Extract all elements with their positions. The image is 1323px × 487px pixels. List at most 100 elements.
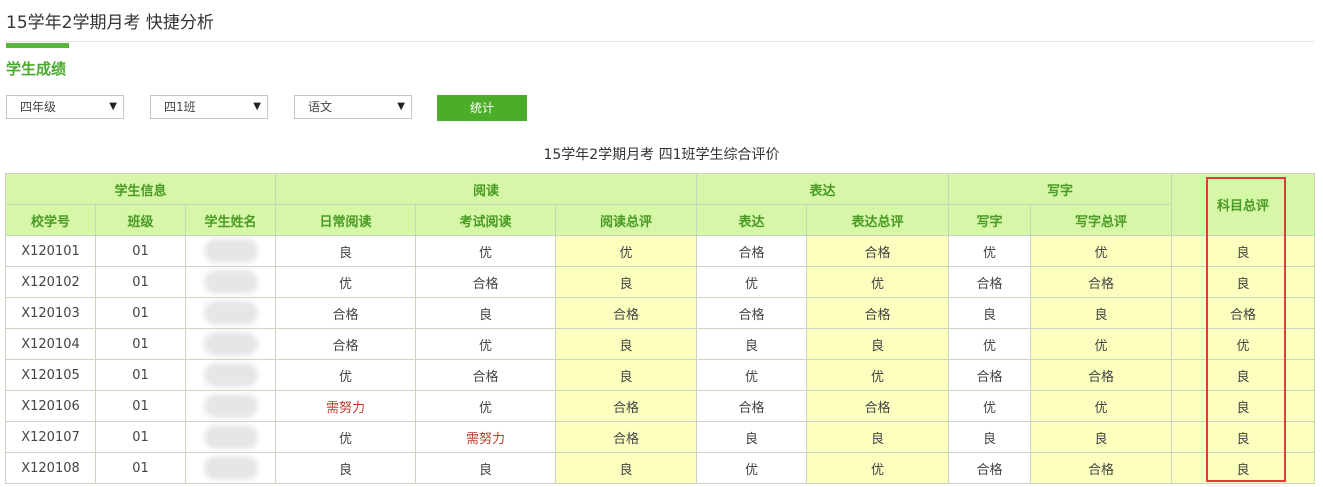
table-cell: 良 (806, 328, 950, 360)
redacted-name (207, 336, 254, 352)
class-select[interactable]: 四1班 ▼ (150, 95, 268, 119)
table-cell: 良 (948, 421, 1032, 453)
column-header: 表达 (696, 204, 808, 236)
table-cell: 良 (1030, 297, 1173, 329)
table-row: X120106 01 需努力优合格 合格 合格优优良 (5, 390, 1316, 422)
header-overall: 科目总评 (1171, 173, 1316, 236)
column-header: 校学号 (5, 204, 96, 236)
table-cell: 合格 (948, 266, 1032, 298)
column-header: 阅读总评 (554, 204, 698, 236)
table-cell: 合格 (1030, 266, 1173, 298)
table-cell: 良 (554, 266, 698, 298)
redacted-name (207, 429, 254, 445)
table-cell: 良 (554, 359, 698, 391)
title-divider (6, 41, 1314, 42)
table-cell: 优 (806, 359, 950, 391)
table-cell: 优 (275, 266, 416, 298)
table-cell: 优 (1030, 328, 1173, 360)
table-cell: 优 (415, 328, 556, 360)
table-cell: X120105 (5, 359, 96, 391)
table-cell: 01 (95, 359, 186, 391)
table-cell: X120101 (5, 235, 96, 267)
grade-select-value: 四年级 (20, 100, 57, 114)
table-cell: 良 (1171, 390, 1316, 422)
table-cell: 合格 (1030, 359, 1173, 391)
table-row: X120104 01 合格优良良良优优优 (5, 328, 1316, 360)
table-cell: 良 (948, 297, 1032, 329)
table-cell: X120103 (5, 297, 96, 329)
table-cell: 合格 (415, 266, 556, 298)
table-cell: 合格 (554, 390, 698, 422)
column-header: 班级 (95, 204, 186, 236)
column-header-row: 校学号 班级 学生姓名 日常阅读 考试阅读 阅读总评 表达 表达总评 写字 写字… (5, 204, 1315, 236)
table-row: X120101 01 良优优合格 合格优优良 (5, 235, 1316, 267)
table-cell: 优 (415, 390, 556, 422)
table-cell: 合格 (1030, 452, 1173, 484)
table-cell: 良 (1171, 359, 1316, 391)
stat-button[interactable]: 统计 (437, 95, 527, 121)
caret-down-icon: ▼ (397, 101, 405, 112)
table-cell: 01 (95, 452, 186, 484)
table-cell: 优 (554, 235, 698, 267)
redacted-name (207, 367, 254, 383)
table-row: X120107 01 优需努力 合格良良良良良 (5, 421, 1316, 453)
column-header: 日常阅读 (275, 204, 416, 236)
section-title: 学生成绩 (6, 60, 67, 78)
table-cell: 合格 (948, 452, 1032, 484)
caret-down-icon: ▼ (109, 101, 117, 112)
table-cell: 良 (1171, 421, 1316, 453)
table-cell: 优 (415, 235, 556, 267)
column-header: 考试阅读 (415, 204, 556, 236)
group-header-expression: 表达 (696, 173, 950, 205)
student-name-cell (185, 421, 276, 453)
table-cell: 良 (415, 297, 556, 329)
subject-select-value: 语文 (308, 100, 333, 114)
table-cell: 优 (806, 266, 950, 298)
table-cell: 优 (696, 266, 808, 298)
group-header-reading: 阅读 (274, 173, 698, 205)
student-name-cell (185, 266, 276, 298)
redacted-name (207, 274, 254, 290)
table-cell: 合格 (1171, 297, 1316, 329)
table-cell: 优 (275, 359, 416, 391)
student-name-cell (185, 328, 276, 360)
student-name-cell (185, 297, 276, 329)
grades-table: 学生信息 阅读 表达 写字 科目总评 校学号 班级 学生姓名 日常阅读 考试阅读… (5, 173, 1316, 484)
table-cell: X120102 (5, 266, 96, 298)
table-cell: 良 (415, 452, 556, 484)
table-cell: 合格 (696, 390, 808, 422)
table-cell: X120108 (5, 452, 96, 484)
table-cell: 良 (1171, 266, 1316, 298)
column-header: 写字 (948, 204, 1032, 236)
table-cell: 优 (1030, 235, 1173, 267)
student-name-cell (185, 235, 276, 267)
table-cell: 01 (95, 390, 186, 422)
table-cell: 优 (948, 328, 1032, 360)
table-cell: 良 (1171, 452, 1316, 484)
column-header: 表达总评 (806, 204, 950, 236)
table-cell: 合格 (696, 297, 808, 329)
redacted-name (207, 398, 254, 414)
table-row: X120103 01 合格良合格 合格 合格良良合格 (5, 297, 1316, 329)
table-cell: 需努力 (275, 390, 416, 422)
subject-select[interactable]: 语文 ▼ (294, 95, 412, 119)
grade-select[interactable]: 四年级 ▼ (6, 95, 124, 119)
table-cell: 合格 (806, 297, 950, 329)
table-caption: 15学年2学期月考 四1班学生综合评价 (543, 147, 780, 163)
group-header-writing: 写字 (948, 173, 1173, 205)
table-row: X120102 01 优合格良优优合格 合格良 (5, 266, 1316, 298)
group-header-row: 学生信息 阅读 表达 写字 科目总评 (5, 173, 1316, 236)
table-cell: 合格 (415, 359, 556, 391)
table-cell: 良 (554, 328, 698, 360)
table-cell: 良 (696, 328, 808, 360)
student-name-cell (185, 359, 276, 391)
table-cell: 合格 (554, 297, 698, 329)
table-cell: 优 (1030, 390, 1173, 422)
redacted-name (207, 460, 254, 476)
redacted-name (207, 305, 254, 321)
table-cell: 合格 (948, 359, 1032, 391)
table-cell: X120104 (5, 328, 96, 360)
student-name-cell (185, 390, 276, 422)
table-cell: 01 (95, 328, 186, 360)
table-cell: 合格 (275, 328, 416, 360)
